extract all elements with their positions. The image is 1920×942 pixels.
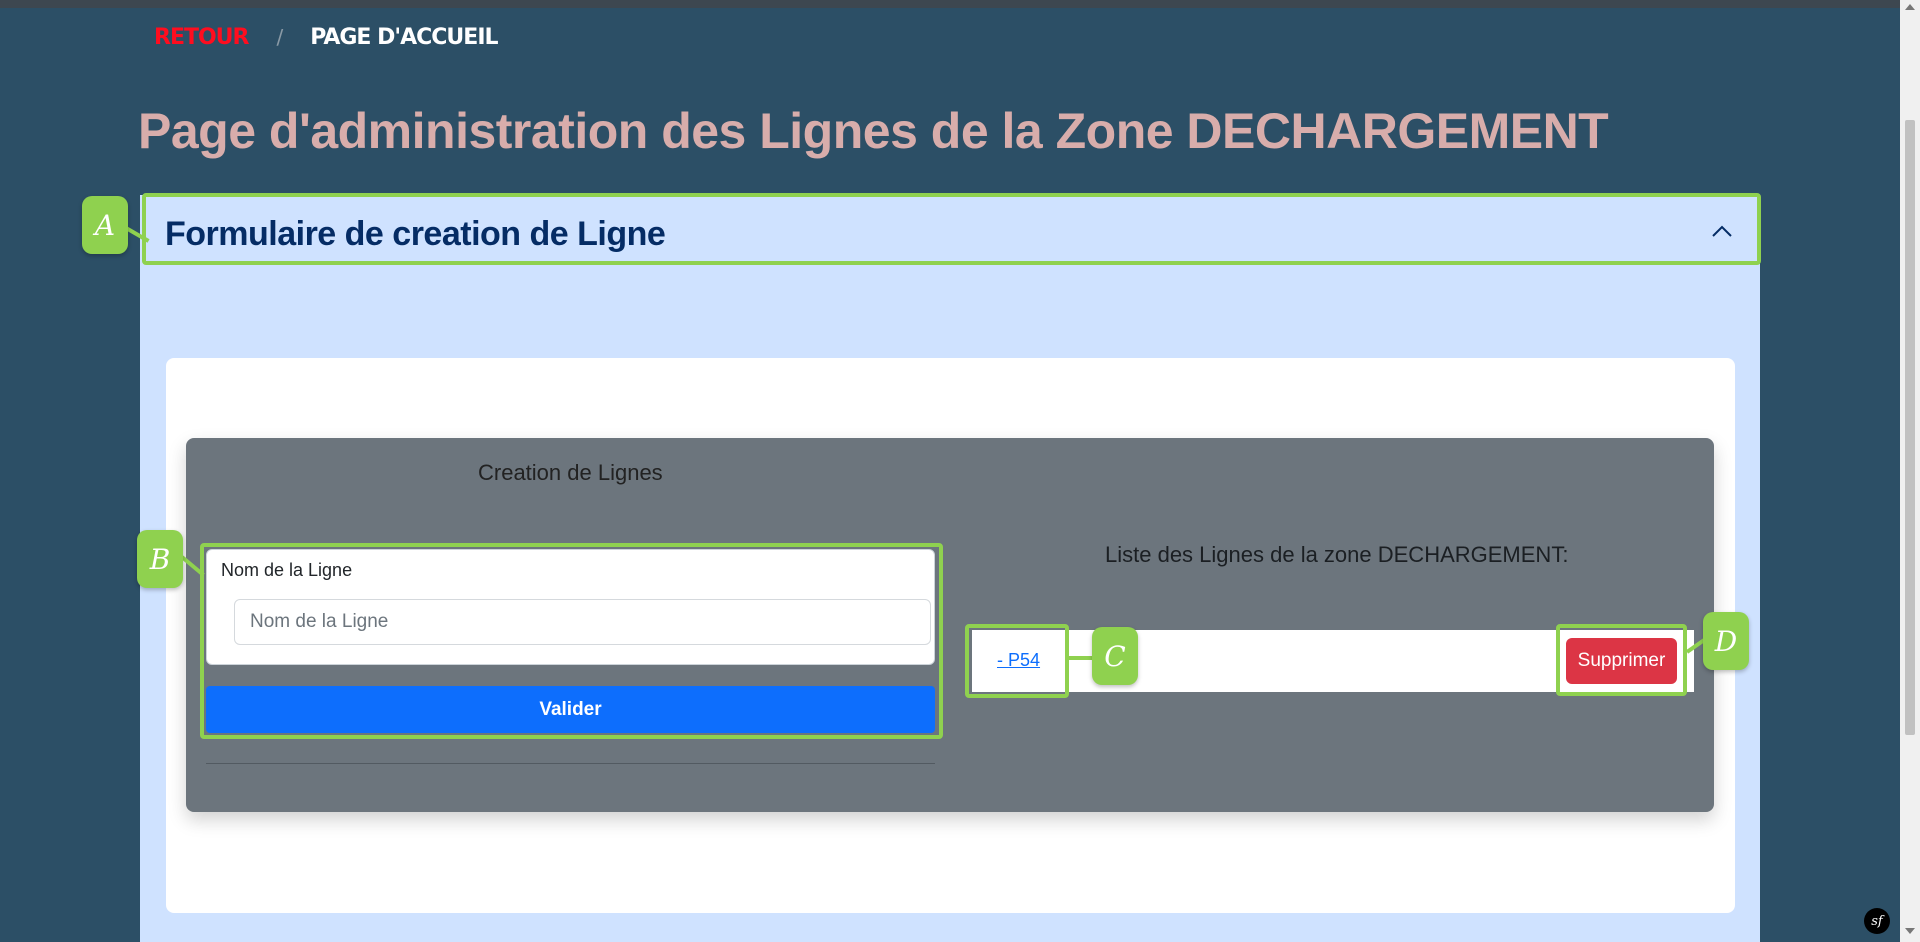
scroll-up-icon[interactable] <box>1905 4 1915 10</box>
valider-button[interactable]: Valider <box>206 686 935 733</box>
annotation-label-b: B <box>137 530 183 588</box>
home-link[interactable]: PAGE D'ACCUEIL <box>310 25 498 50</box>
annotation-label-c: C <box>1092 627 1138 685</box>
accordion-title: Formulaire de creation de Ligne <box>165 215 666 253</box>
line-name-input[interactable] <box>234 599 931 645</box>
breadcrumb-separator: / <box>276 25 283 49</box>
lines-list-title: Liste des Lignes de la zone DECHARGEMENT… <box>1105 542 1569 567</box>
accordion-header[interactable]: Formulaire de creation de Ligne <box>140 195 1760 265</box>
symfony-toolbar-icon[interactable]: sf <box>1864 908 1890 934</box>
window-top-border <box>0 0 1900 8</box>
line-name-label: Nom de la Ligne <box>221 560 353 580</box>
breadcrumb: RETOUR / PAGE D'ACCUEIL <box>154 22 499 52</box>
line-item-link[interactable]: - P54 <box>997 650 1040 671</box>
supprimer-button[interactable]: Supprimer <box>1566 638 1677 684</box>
annotation-label-a: A <box>82 196 128 254</box>
creation-title: Creation de Lignes <box>478 460 663 485</box>
back-link[interactable]: RETOUR <box>154 25 249 50</box>
form-divider <box>206 763 935 764</box>
page-title: Page d'administration des Lignes de la Z… <box>138 103 1609 159</box>
scroll-down-icon[interactable] <box>1905 928 1915 934</box>
scrollbar-thumb[interactable] <box>1905 120 1915 735</box>
chevron-up-icon[interactable] <box>1710 219 1734 243</box>
annotation-label-d: D <box>1703 612 1749 670</box>
